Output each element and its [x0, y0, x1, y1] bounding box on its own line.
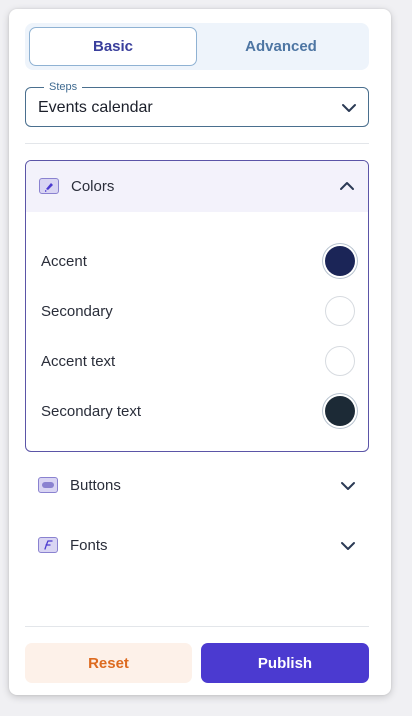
color-row-accent: Accent [26, 237, 368, 287]
mode-tabs: Basic Advanced [25, 23, 369, 70]
chevron-down-icon [341, 542, 355, 550]
color-label: Secondary text [41, 403, 142, 420]
fonts-section-label: Fonts [70, 537, 108, 554]
buttons-section-header[interactable]: Buttons [25, 461, 369, 511]
steps-selected-value: Events calendar [38, 99, 153, 116]
color-label: Accent [41, 253, 87, 270]
color-swatch-secondary-text[interactable] [325, 396, 355, 426]
divider [25, 143, 369, 144]
chevron-down-icon [342, 104, 356, 112]
font-icon [38, 537, 58, 553]
tab-basic[interactable]: Basic [29, 27, 197, 66]
colors-section: Colors Accent Secondary Accent text Seco… [25, 160, 369, 452]
fonts-section-header[interactable]: Fonts [25, 521, 369, 571]
button-shape-icon [38, 477, 58, 493]
colors-section-header[interactable]: Colors [26, 161, 368, 212]
steps-select[interactable]: Steps Events calendar [25, 79, 369, 127]
chevron-up-icon [340, 182, 354, 190]
publish-button[interactable]: Publish [201, 643, 369, 683]
color-row-secondary: Secondary [26, 287, 368, 337]
color-swatch-accent-text[interactable] [325, 346, 355, 376]
buttons-section-label: Buttons [70, 477, 121, 494]
tab-advanced[interactable]: Advanced [197, 27, 365, 66]
color-swatch-secondary[interactable] [325, 296, 355, 326]
chevron-down-icon [341, 482, 355, 490]
color-label: Secondary [41, 303, 113, 320]
color-row-accent-text: Accent text [26, 337, 368, 387]
settings-panel: Basic Advanced Steps Events calendar Col… [9, 9, 391, 695]
colors-section-label: Colors [71, 178, 115, 195]
divider [25, 626, 369, 627]
color-swatch-accent[interactable] [325, 246, 355, 276]
color-row-secondary-text: Secondary text [26, 387, 368, 437]
steps-label: Steps [44, 79, 83, 95]
brush-icon [39, 178, 59, 194]
reset-button[interactable]: Reset [25, 643, 192, 683]
color-label: Accent text [41, 353, 116, 370]
